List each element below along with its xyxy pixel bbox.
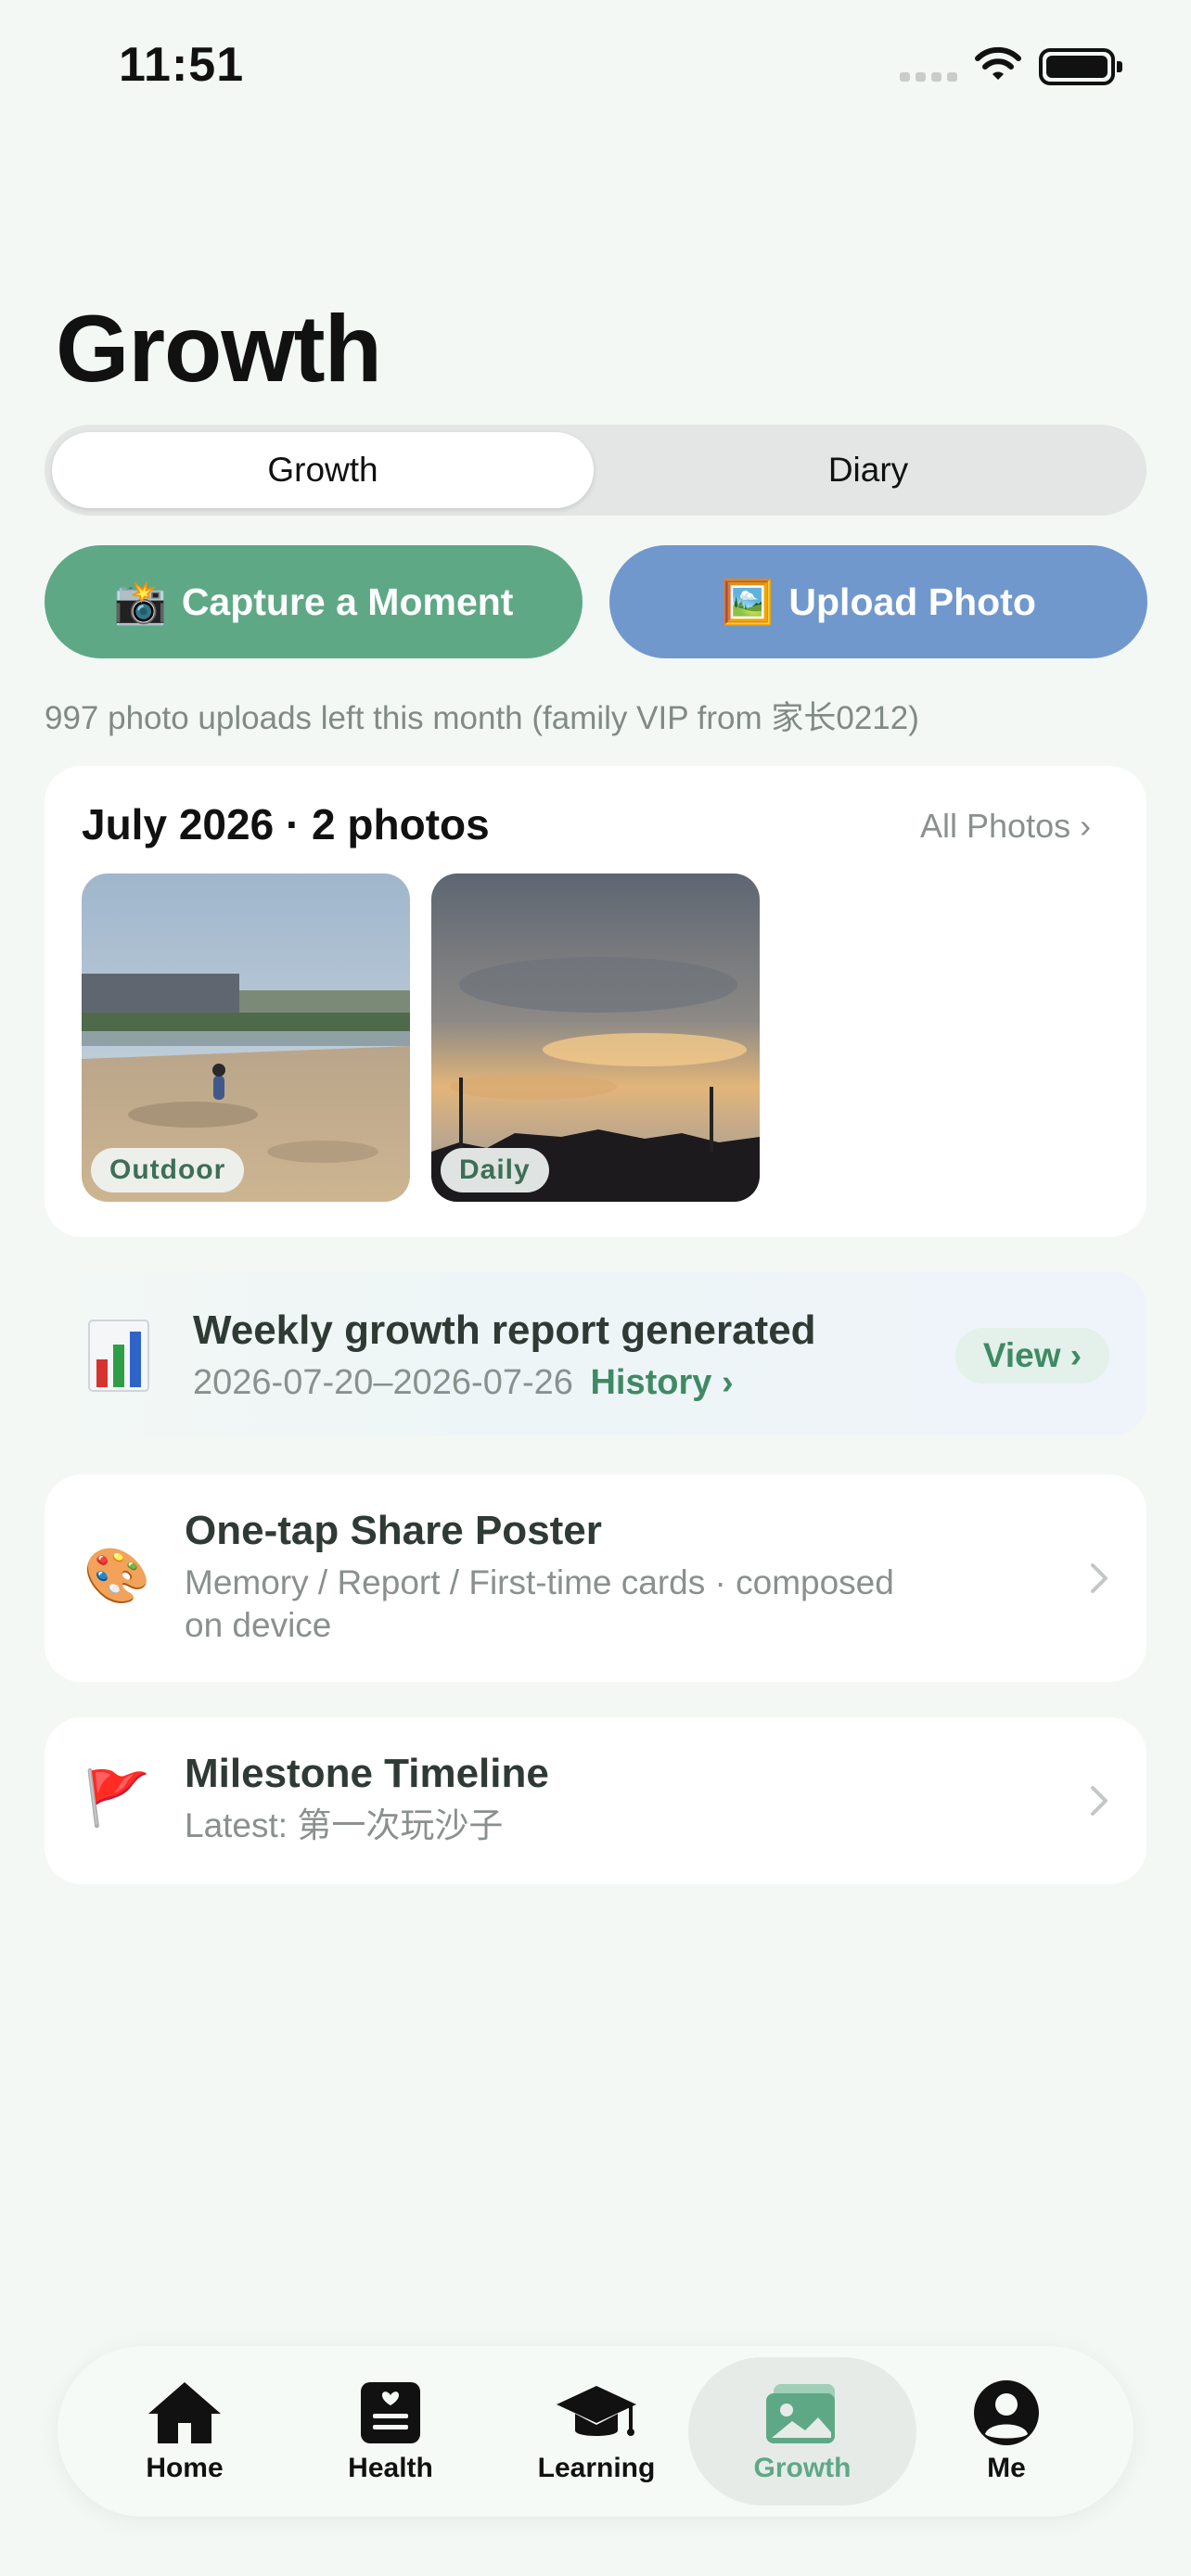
photo-tag-daily: Daily: [441, 1148, 549, 1192]
milestone-latest: Latest: 第一次玩沙子: [185, 1806, 504, 1844]
view-report-button[interactable]: View ›: [955, 1328, 1109, 1384]
share-poster-title: One-tap Share Poster: [185, 1508, 602, 1553]
segment-diary[interactable]: Diary: [597, 432, 1139, 508]
upload-photo-label: Upload Photo: [788, 580, 1036, 623]
photos-icon: [766, 2384, 835, 2443]
photos-month-heading: July 2026 · 2 photos: [82, 800, 490, 848]
battery-icon: [1039, 48, 1122, 85]
tab-me-label: Me: [987, 2453, 1026, 2483]
milestone-timeline-card[interactable]: 🚩 Milestone Timeline Latest: 第一次玩沙子: [45, 1717, 1146, 1884]
wifi-icon: [975, 46, 1021, 80]
share-poster-subtitle-line2: on device: [185, 1606, 332, 1644]
tab-home[interactable]: Home: [78, 2357, 291, 2506]
tab-me[interactable]: Me: [900, 2357, 1113, 2506]
house-icon: [148, 2382, 221, 2443]
tab-home-label: Home: [146, 2453, 224, 2483]
tab-growth-label: Growth: [753, 2453, 852, 2483]
share-poster-subtitle-line1: Memory / Report / First-time cards · com…: [185, 1563, 894, 1601]
photo-thumbnail-outdoor[interactable]: Outdoor: [82, 874, 410, 1202]
capture-moment-label: Capture a Moment: [181, 580, 514, 623]
upload-photo-button[interactable]: 🖼️ Upload Photo: [609, 545, 1147, 658]
cellular-signal-icon: [900, 72, 957, 82]
upload-quota-text: 997 photo uploads left this month (famil…: [45, 700, 919, 736]
chevron-right-icon: [1091, 1786, 1108, 1816]
segmented-control: Growth Diary: [45, 425, 1146, 516]
health-icon: [361, 2382, 420, 2443]
red-flag-icon: 🚩: [83, 1768, 151, 1829]
framed-picture-icon: 🖼️: [721, 577, 775, 626]
report-title: Weekly growth report generated: [193, 1307, 816, 1353]
tab-learning-label: Learning: [537, 2453, 656, 2483]
all-photos-link[interactable]: All Photos ›: [920, 807, 1091, 846]
photo-thumbnail-daily[interactable]: Daily: [431, 874, 760, 1202]
camera-flash-icon: 📸: [113, 577, 167, 626]
bar-chart-icon: [88, 1320, 149, 1392]
capture-moment-button[interactable]: 📸 Capture a Moment: [45, 545, 583, 658]
report-date-range: 2026-07-20–2026-07-26: [193, 1363, 573, 1402]
tab-health-label: Health: [348, 2453, 433, 2483]
tab-learning[interactable]: Learning: [490, 2357, 703, 2506]
tab-health[interactable]: Health: [284, 2357, 497, 2506]
report-date-range-row: 2026-07-20–2026-07-26 History ›: [193, 1363, 734, 1403]
graduation-cap-icon: [557, 2386, 636, 2436]
share-poster-card[interactable]: 🎨 One-tap Share Poster Memory / Report /…: [45, 1474, 1146, 1682]
tab-growth[interactable]: Growth: [688, 2357, 916, 2506]
status-time: 11:51: [119, 38, 245, 92]
chevron-right-icon: [1091, 1563, 1108, 1593]
tab-bar: Home Health Learning Growth Me: [58, 2346, 1133, 2517]
person-icon: [974, 2380, 1039, 2445]
segment-growth[interactable]: Growth: [52, 432, 594, 508]
report-history-link[interactable]: History ›: [590, 1363, 733, 1402]
page-title: Growth: [56, 296, 382, 402]
palette-icon: 🎨: [83, 1546, 151, 1606]
photo-tag-outdoor: Outdoor: [91, 1148, 245, 1192]
milestone-title: Milestone Timeline: [185, 1751, 549, 1796]
